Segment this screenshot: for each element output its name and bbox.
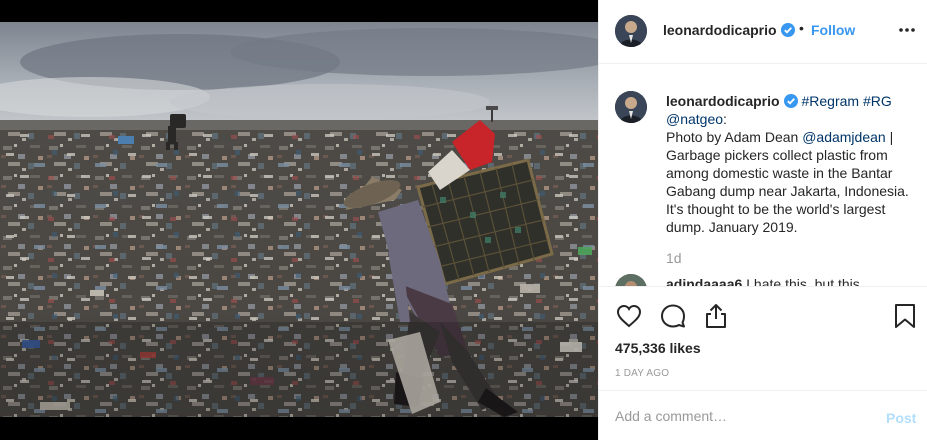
comment-body: I hate this, but this [746, 276, 860, 286]
caption-body-1: Photo by Adam Dean [666, 129, 803, 145]
mention-link-photographer[interactable]: @adamjdean [802, 129, 886, 145]
caption-text: leonardodicaprio #Regram #RG @natgeo: Ph… [666, 92, 916, 236]
post-actions: 475,336 likes 1 DAY AGO [599, 286, 927, 390]
header-username-row: leonardodicaprio [663, 22, 795, 38]
post-side-panel: leonardodicaprio • Follow leonardodicapr… [598, 0, 927, 440]
hashtag-link[interactable]: #Regram [801, 93, 859, 109]
caption-colon: : [723, 111, 727, 127]
comment-input[interactable] [615, 405, 865, 427]
comment-avatar[interactable] [615, 274, 647, 286]
comment-icon [661, 304, 685, 328]
caption-username[interactable]: leonardodicaprio [666, 93, 780, 109]
avatar-image-icon [615, 91, 647, 123]
like-button[interactable] [615, 302, 643, 330]
comment-composer: Post [599, 390, 927, 440]
verified-badge-icon [783, 94, 798, 108]
comment-username[interactable]: adindaaaa6 [666, 276, 742, 286]
comment-text: adindaaaa6 I hate this, but this [666, 276, 860, 286]
comments-list[interactable]: leonardodicaprio #Regram #RG @natgeo: Ph… [599, 65, 927, 286]
post-timestamp[interactable]: 1 DAY AGO [615, 368, 669, 379]
post-photo-panel [0, 0, 598, 440]
avatar-image-icon [615, 274, 647, 286]
bookmark-icon [895, 304, 915, 328]
post-header: leonardodicaprio • Follow [599, 0, 927, 64]
post-photo[interactable] [0, 22, 598, 417]
caption-avatar[interactable] [615, 91, 647, 123]
verified-badge-icon [780, 23, 795, 37]
header-separator: • [799, 20, 804, 36]
like-count[interactable]: 475,336 likes [615, 340, 701, 356]
header-username[interactable]: leonardodicaprio [663, 22, 777, 38]
caption-age[interactable]: 1d [666, 250, 682, 266]
avatar-image-icon [615, 15, 647, 47]
comment-button[interactable] [659, 302, 687, 330]
save-button[interactable] [891, 302, 919, 330]
share-button[interactable] [702, 302, 730, 330]
post-comment-button[interactable]: Post [886, 410, 916, 426]
heart-icon [616, 304, 642, 328]
header-avatar[interactable] [615, 15, 647, 47]
share-icon [706, 304, 726, 328]
hashtag-link[interactable]: #RG [863, 93, 892, 109]
follow-button[interactable]: Follow [811, 22, 855, 38]
more-options-icon[interactable] [897, 20, 917, 40]
mention-link-source[interactable]: @natgeo [666, 111, 723, 127]
